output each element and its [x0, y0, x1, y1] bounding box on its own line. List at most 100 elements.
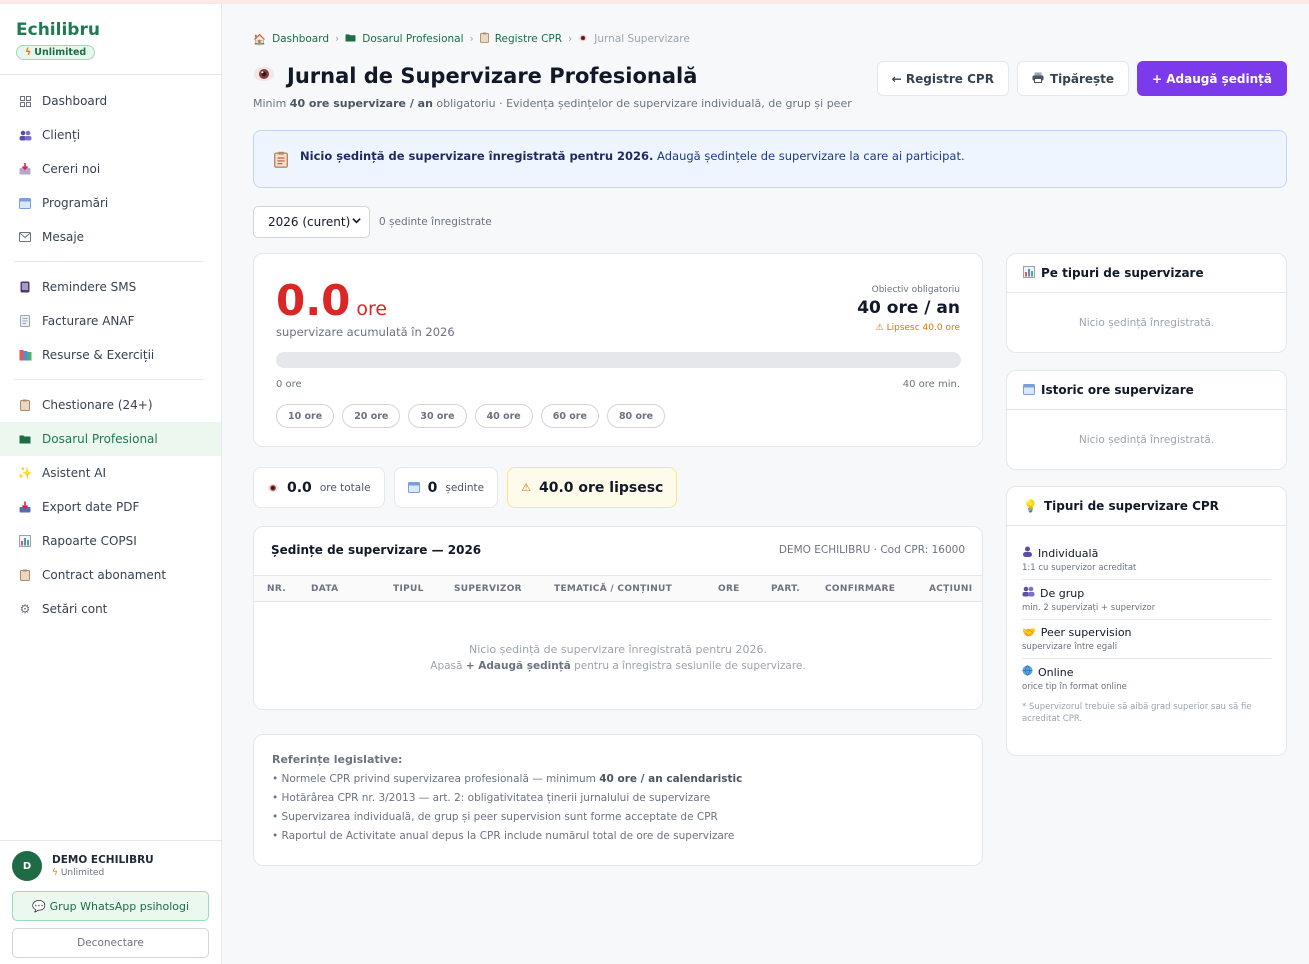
- folder-icon: [18, 432, 32, 446]
- lightning-icon: ϟ: [52, 868, 58, 878]
- header-actions: ← Registre CPR Tipărește + Adaugă ședinț…: [876, 61, 1287, 96]
- sessions-label: ședinte: [445, 481, 485, 494]
- history-card: Istoric ore supervizare Nicio ședință în…: [1006, 370, 1287, 470]
- brand: Echilibru ϟ Unlimited: [0, 4, 221, 75]
- chat-bubble-icon: 💬: [31, 899, 46, 913]
- sidebar-divider: [14, 379, 203, 380]
- legal-references-card: Referințe legislative: • Normele CPR pri…: [253, 734, 983, 866]
- add-session-button[interactable]: + Adaugă ședință: [1137, 61, 1287, 96]
- sidebar-item-label: Programări: [42, 196, 109, 210]
- sidebar-item-appointments[interactable]: Programări: [0, 186, 221, 220]
- column-header[interactable]: SUPERVIZOR: [454, 584, 522, 594]
- user-plan: ϟ Unlimited: [52, 868, 154, 878]
- history-title-text: Istoric ore supervizare: [1041, 383, 1194, 397]
- goal-box: Obiectiv obligatoriu 40 ore / an ⚠ Lipse…: [857, 285, 960, 333]
- missing-hours-value: 40.0 ore lipsesc: [538, 479, 664, 496]
- by-type-empty: Nicio ședință înregistrată.: [1078, 317, 1215, 329]
- stats-row: 0.0 ore totale 0 ședinte ⚠ 40.0 ore lips…: [253, 467, 678, 508]
- milestone-chip: 10 ore: [276, 404, 335, 428]
- sessions-count: 0 ședinte înregistrate: [379, 216, 492, 228]
- breadcrumb: 🏠 Dashboard › Dosarul Profesional › Regi…: [253, 32, 690, 46]
- total-hours-label: ore totale: [319, 481, 371, 494]
- column-header[interactable]: ACȚIUNI: [929, 584, 972, 594]
- sidebar-item-professional-file[interactable]: Dosarul Profesional: [0, 422, 221, 456]
- printer-icon: [1032, 72, 1044, 86]
- sidebar-item-new-requests[interactable]: Cereri noi: [0, 152, 221, 186]
- empty-hint-text: pentru a înregistra sesiunile de supervi…: [570, 660, 806, 672]
- type-desc: min. 2 supervizați + supervizor: [1022, 603, 1156, 613]
- sessions-table-card: Ședințe de supervizare — 2026 DEMO ECHIL…: [253, 526, 983, 710]
- sidebar-item-label: Chestionare (24+): [42, 398, 153, 412]
- receipt-icon: [18, 314, 32, 328]
- total-hours-stat: 0.0 ore totale: [253, 467, 385, 508]
- goal-value: 40 ore / an: [857, 298, 960, 318]
- sidebar-item-label: Setări cont: [42, 602, 108, 616]
- type-name: Online: [1022, 665, 1271, 679]
- subtitle-text: obligatoriu · Evidența ședințelor de sup…: [432, 97, 852, 110]
- user-plan-label: Unlimited: [60, 868, 105, 878]
- column-header[interactable]: DATA: [311, 584, 338, 594]
- alert-title: Nicio ședință de supervizare înregistrat…: [300, 149, 654, 163]
- column-header[interactable]: PART.: [771, 584, 800, 594]
- column-header[interactable]: TIPUL: [393, 584, 424, 594]
- sidebar-item-questionnaires[interactable]: Chestionare (24+): [0, 388, 221, 422]
- missing-hours-stat: ⚠ 40.0 ore lipsesc: [507, 467, 678, 508]
- sidebar-item-sms-reminders[interactable]: Remindere SMS: [0, 270, 221, 304]
- milestone-chip: 20 ore: [342, 404, 401, 428]
- year-select[interactable]: 2026 (curent): [253, 206, 370, 238]
- history-title: Istoric ore supervizare: [1007, 371, 1286, 410]
- column-header[interactable]: ORE: [718, 584, 740, 594]
- empty-hint-text: Apasă: [430, 660, 466, 672]
- sidebar-item-pdf-export[interactable]: Export date PDF: [0, 490, 221, 524]
- user-name: DEMO ECHILIBRU: [52, 854, 154, 866]
- user-profile[interactable]: D DEMO ECHILIBRU ϟ Unlimited: [12, 851, 209, 881]
- supervision-types-list: Individuală 1:1 cu supervizor acreditat …: [1007, 526, 1286, 698]
- milestones: 10 ore 20 ore 30 ore 40 ore 60 ore 80 or…: [276, 404, 666, 428]
- sidebar-item-dashboard[interactable]: Dashboard: [0, 84, 221, 118]
- sidebar-item-messages[interactable]: Mesaje: [0, 220, 221, 254]
- sidebar-item-anaf-invoicing[interactable]: Facturare ANAF: [0, 304, 221, 338]
- sidebar-item-resources[interactable]: Resurse & Exerciții: [0, 338, 221, 372]
- list-item: De grup min. 2 supervizați + supervizor: [1022, 580, 1271, 620]
- mail-icon: [18, 230, 32, 244]
- column-header[interactable]: NR.: [267, 584, 286, 594]
- column-header[interactable]: CONFIRMARE: [825, 584, 895, 594]
- empty-state-hint: Apasă + Adaugă ședință pentru a înregist…: [254, 660, 982, 672]
- logout-button[interactable]: Deconectare: [12, 928, 209, 958]
- missing-hours-warning: ⚠ Lipsesc 40.0 ore: [875, 323, 960, 333]
- hours-progress-bar: [276, 352, 961, 368]
- sidebar: Echilibru ϟ Unlimited Dashboard Clienți …: [0, 4, 222, 964]
- by-type-card: Pe tipuri de supervizare Nicio ședință î…: [1006, 253, 1287, 353]
- milestone-chip: 80 ore: [606, 404, 666, 428]
- back-to-registers-button[interactable]: ← Registre CPR: [876, 61, 1009, 96]
- breadcrumb-professional-file[interactable]: Dosarul Profesional: [362, 33, 463, 45]
- print-button[interactable]: Tipărește: [1016, 61, 1130, 96]
- sidebar-item-account-settings[interactable]: ⚙ Setări cont: [0, 592, 221, 626]
- gear-icon: ⚙: [19, 602, 31, 616]
- breadcrumb-dashboard[interactable]: Dashboard: [272, 33, 329, 45]
- clipboard-icon: [479, 32, 489, 46]
- sessions-stat: 0 ședinte: [393, 467, 499, 508]
- avatar: D: [12, 851, 42, 881]
- sidebar-item-copsi-reports[interactable]: Rapoarte COPSI: [0, 524, 221, 558]
- breadcrumb-separator: ›: [335, 33, 340, 45]
- brand-name[interactable]: Echilibru: [16, 20, 205, 40]
- sidebar-item-subscription-contract[interactable]: Contract abonament: [0, 558, 221, 592]
- list-item: Online orice tip în format online: [1022, 659, 1271, 698]
- bar-chart-icon: [18, 534, 32, 548]
- column-header[interactable]: TEMATICĂ / CONȚINUT: [554, 584, 672, 594]
- sidebar-item-clients[interactable]: Clienți: [0, 118, 221, 152]
- whatsapp-group-button[interactable]: 💬 Grup WhatsApp psihologi: [12, 891, 209, 921]
- sidebar-item-ai-assistant[interactable]: ✨ Asistent AI: [0, 456, 221, 490]
- clipboard-icon: [18, 568, 32, 582]
- eye-icon: [253, 64, 275, 88]
- calendar-icon: [407, 478, 420, 497]
- hours-progress-card: 0.0 ore supervizare acumulată în 2026 Ob…: [253, 253, 983, 447]
- sessions-value: 0: [427, 479, 438, 496]
- sidebar-item-label: Dosarul Profesional: [42, 432, 158, 446]
- total-hours-value: 0.0: [287, 479, 312, 496]
- sidebar-item-label: Asistent AI: [42, 466, 107, 480]
- alert-body: Adaugă ședințele de supervizare la care …: [653, 149, 965, 163]
- home-icon: 🏠: [253, 33, 267, 46]
- breadcrumb-cpr-registers[interactable]: Registre CPR: [495, 33, 562, 45]
